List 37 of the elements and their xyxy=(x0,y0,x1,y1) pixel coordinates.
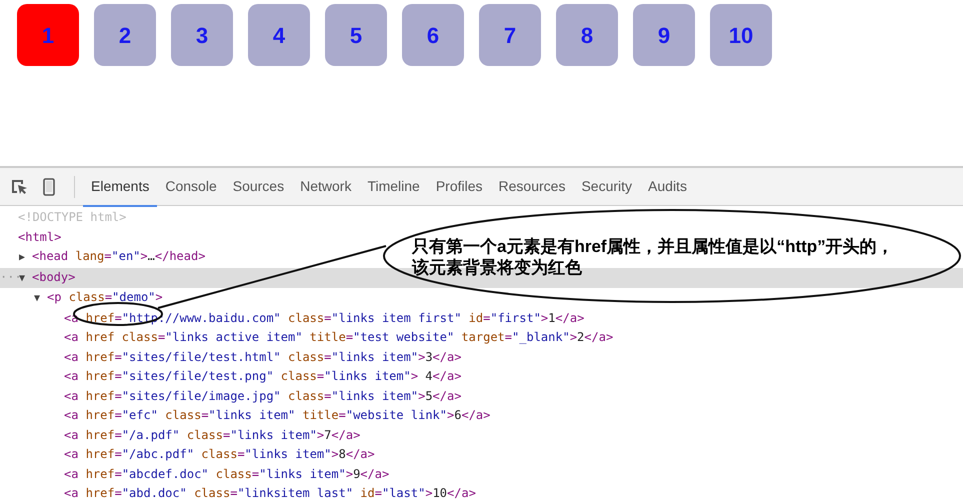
devtools-tab[interactable]: Network xyxy=(292,166,360,206)
numbered-link[interactable]: 5 xyxy=(325,4,387,66)
numbered-link[interactable]: 7 xyxy=(479,4,541,66)
devtools-tab[interactable]: Console xyxy=(157,166,225,206)
code-line[interactable]: <html> xyxy=(18,230,62,244)
expand-toggle[interactable]: ▼ xyxy=(19,268,32,288)
code-line[interactable]: <p class="demo"> xyxy=(47,290,163,304)
devtools-tab[interactable]: Timeline xyxy=(359,166,428,206)
numbered-link[interactable]: 10 xyxy=(710,4,772,66)
expand-toggle[interactable]: ▼ xyxy=(34,289,47,308)
code-line[interactable]: <a href class="links active item" title="test website" target="_blank">2</a> xyxy=(64,330,614,344)
devtools-tab[interactable]: Audits xyxy=(640,166,695,206)
callout-text: 只有第一个a元素是有href属性，并且属性值是以“http”开头的，该元素背景将变为红色 xyxy=(412,236,895,278)
code-line[interactable]: <a href="efc" class="links item" title="website link">6</a> xyxy=(64,408,490,422)
code-line[interactable]: <body> xyxy=(32,270,76,284)
numbered-link[interactable]: 8 xyxy=(556,4,618,66)
code-line[interactable]: <head lang="en">…</head> xyxy=(32,249,206,263)
code-line[interactable]: <a href="sites/file/test.html" class="links item">3</a> xyxy=(64,350,462,364)
numbered-link[interactable]: 6 xyxy=(402,4,464,66)
numbered-link[interactable]: 3 xyxy=(171,4,233,66)
mobile-device-icon[interactable] xyxy=(40,178,58,196)
devtools-tab[interactable]: Sources xyxy=(224,166,292,206)
numbered-link[interactable]: 9 xyxy=(633,4,695,66)
code-line[interactable]: <a href="sites/file/test.png" class="links item"> 4</a> xyxy=(64,369,462,383)
code-line[interactable]: <a href="/abc.pdf" class="links item">8</a> xyxy=(64,447,375,461)
devtools-tab[interactable]: Security xyxy=(573,166,640,206)
expand-toggle[interactable]: ▶ xyxy=(19,248,32,268)
devtools-tab[interactable]: Elements xyxy=(83,166,158,206)
numbered-link[interactable]: 2 xyxy=(94,4,156,66)
code-line[interactable]: <a href="sites/file/image.jpg" class="links item">5</a> xyxy=(64,388,462,402)
code-line[interactable]: <a href="/a.pdf" class="links item">7</a> xyxy=(64,428,360,442)
code-line[interactable]: <a href="abcdef.doc" class="links item">9</a> xyxy=(64,466,390,480)
numbered-link[interactable]: 4 xyxy=(248,4,310,66)
devtools-tab[interactable]: Profiles xyxy=(428,166,491,206)
inspect-icon[interactable] xyxy=(10,178,28,196)
devtools-tab[interactable]: Resources xyxy=(490,166,574,206)
code-line[interactable]: <a href="abd.doc" class="linksitem last" id="last">10</a> xyxy=(64,486,476,500)
